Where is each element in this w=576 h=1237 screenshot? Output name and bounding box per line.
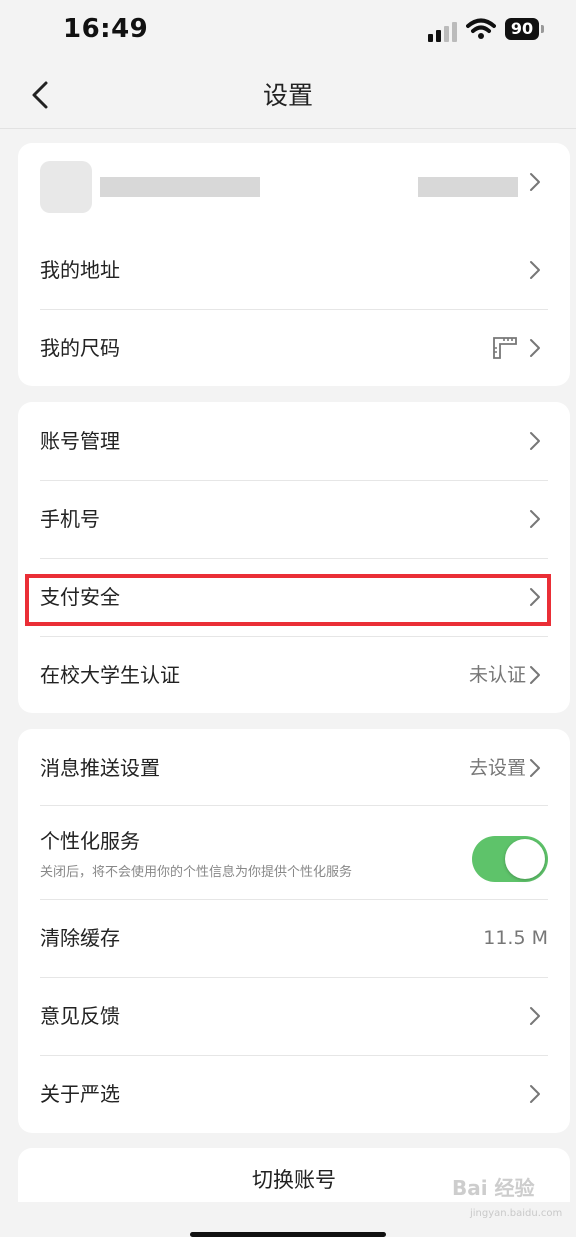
cache-size: 11.5 M bbox=[483, 927, 548, 949]
chevron-right-icon bbox=[530, 173, 540, 191]
settings-item-label: 账号管理 bbox=[40, 429, 120, 453]
watermark-url: jingyan.baidu.com bbox=[470, 1208, 563, 1219]
baidu-jingyan-watermark: Bai 经验 jingyan.baidu.com bbox=[452, 1172, 562, 1224]
verification-status: 未认证 bbox=[468, 664, 526, 686]
chevron-right-icon bbox=[530, 339, 540, 357]
settings-item-address[interactable]: 我的地址 bbox=[18, 231, 570, 309]
home-indicator bbox=[190, 1232, 386, 1237]
push-settings-value: 去设置 bbox=[468, 757, 526, 779]
settings-item-label: 在校大学生认证 bbox=[40, 663, 180, 687]
status-bar: 16:49 90 bbox=[0, 0, 576, 60]
chevron-right-icon bbox=[530, 759, 540, 777]
chevron-right-icon bbox=[530, 1085, 540, 1103]
navigation-bar: 设置 bbox=[0, 60, 576, 129]
battery-indicator: 90 bbox=[505, 18, 544, 40]
settings-item-size[interactable]: 我的尺码 bbox=[18, 309, 570, 387]
settings-item-label: 清除缓存 bbox=[40, 926, 120, 950]
settings-item-clear-cache[interactable]: 清除缓存 11.5 M bbox=[18, 899, 570, 977]
settings-item-label: 我的地址 bbox=[40, 258, 120, 282]
preferences-card: 消息推送设置 去设置 个性化服务 关闭后，将不会使用你的个性信息为你提供个性化服… bbox=[18, 729, 570, 1133]
personalization-description: 关闭后，将不会使用你的个性信息为你提供个性化服务 bbox=[40, 865, 353, 880]
ruler-icon bbox=[493, 337, 517, 359]
status-time: 16:49 bbox=[63, 14, 149, 44]
chevron-right-icon bbox=[530, 1007, 540, 1025]
chevron-right-icon bbox=[530, 261, 540, 279]
profile-name-blurred bbox=[100, 177, 260, 197]
profile-info-blurred bbox=[418, 177, 518, 197]
page-title: 设置 bbox=[262, 81, 313, 110]
settings-item-about[interactable]: 关于严选 bbox=[18, 1055, 570, 1133]
settings-item-label: 我的尺码 bbox=[40, 336, 120, 360]
settings-item-label: 意见反馈 bbox=[40, 1004, 120, 1028]
cellular-signal-icon bbox=[428, 20, 460, 42]
settings-item-label: 手机号 bbox=[40, 507, 100, 531]
settings-item-push-notifications[interactable]: 消息推送设置 去设置 bbox=[18, 729, 570, 807]
profile-row[interactable] bbox=[18, 143, 570, 221]
account-card: 账号管理 手机号 支付安全 在校大学生认证 未认证 bbox=[18, 402, 570, 713]
watermark-text: Bai 经验 bbox=[452, 1176, 535, 1200]
wifi-icon bbox=[466, 18, 496, 39]
settings-item-phone[interactable]: 手机号 bbox=[18, 480, 570, 558]
toggle-knob bbox=[505, 839, 545, 879]
avatar bbox=[40, 161, 92, 213]
chevron-right-icon bbox=[530, 666, 540, 684]
settings-item-label: 消息推送设置 bbox=[40, 756, 160, 780]
settings-item-label: 关于严选 bbox=[40, 1082, 120, 1106]
settings-item-feedback[interactable]: 意见反馈 bbox=[18, 977, 570, 1055]
chevron-right-icon bbox=[530, 510, 540, 528]
highlight-box bbox=[25, 574, 551, 626]
settings-item-label: 个性化服务 bbox=[40, 829, 140, 853]
personalization-toggle[interactable] bbox=[472, 836, 548, 882]
settings-item-personalization: 个性化服务 关闭后，将不会使用你的个性信息为你提供个性化服务 bbox=[18, 805, 570, 899]
profile-card: 我的地址 我的尺码 bbox=[18, 143, 570, 386]
chevron-right-icon bbox=[530, 432, 540, 450]
settings-item-student-verification[interactable]: 在校大学生认证 未认证 bbox=[18, 636, 570, 714]
settings-item-account-management[interactable]: 账号管理 bbox=[18, 402, 570, 480]
